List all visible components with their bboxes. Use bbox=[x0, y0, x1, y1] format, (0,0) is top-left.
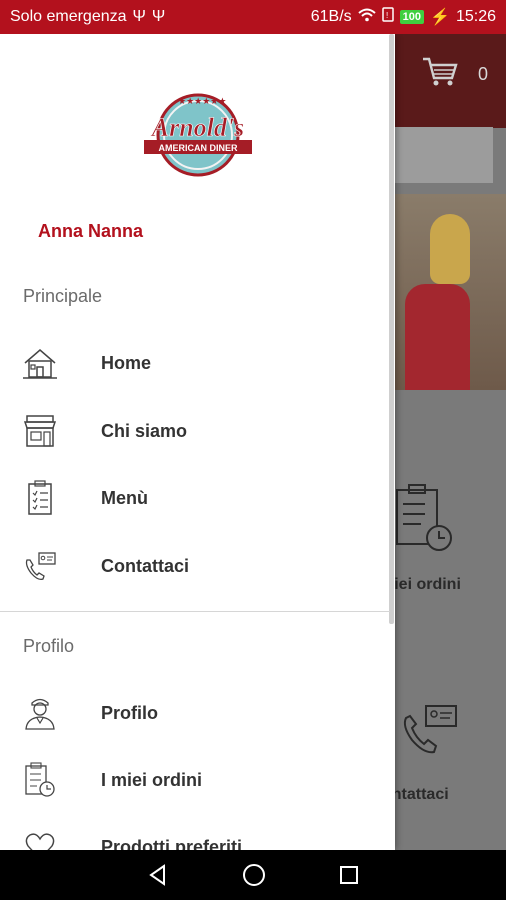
status-bar: Solo emergenza Ψ Ψ 61B/s ! 100 ⚡ 15:26 bbox=[0, 0, 506, 34]
clock-time: 15:26 bbox=[455, 8, 496, 25]
drawer-item-my-orders[interactable]: I miei ordini bbox=[0, 747, 390, 813]
house-icon bbox=[23, 349, 57, 379]
drawer-item-label: I miei ordini bbox=[101, 769, 203, 790]
back-icon[interactable] bbox=[147, 864, 169, 886]
sim-icon: ! bbox=[381, 7, 394, 27]
drawer-item-label: Menù bbox=[101, 487, 148, 508]
drawer-item-favorites[interactable]: Prodotti preferiti bbox=[0, 814, 390, 850]
banner-figure-dress bbox=[405, 284, 470, 390]
carrier-text: Solo emergenza bbox=[10, 8, 127, 25]
home-circle-icon[interactable] bbox=[242, 863, 266, 887]
usb-icon: Ψ bbox=[151, 8, 166, 25]
arnolds-logo: ★★★★★★ Arnold's AMERICAN DINER bbox=[144, 93, 252, 177]
svg-text:★★★★★★: ★★★★★★ bbox=[178, 97, 226, 107]
navigation-drawer: ★★★★★★ Arnold's AMERICAN DINER Anna Nann… bbox=[0, 34, 395, 850]
svg-text:!: ! bbox=[386, 11, 388, 20]
charging-icon: ⚡ bbox=[430, 9, 450, 26]
drawer-divider bbox=[0, 611, 390, 612]
wifi-icon bbox=[358, 8, 376, 27]
heart-icon bbox=[25, 833, 55, 850]
drawer-item-about[interactable]: Chi siamo bbox=[0, 398, 390, 464]
clipboard-list-icon bbox=[28, 480, 52, 515]
drawer-item-menu[interactable]: Menù bbox=[0, 465, 390, 531]
drawer-item-label: Home bbox=[101, 352, 152, 373]
user-name: Anna Nanna bbox=[38, 221, 144, 241]
drawer-item-label: Chi siamo bbox=[101, 420, 188, 441]
cart-count: 0 bbox=[477, 64, 488, 84]
drawer-item-home[interactable]: Home bbox=[0, 330, 390, 396]
drawer-item-profile[interactable]: Profilo bbox=[0, 680, 390, 746]
cart-icon[interactable] bbox=[422, 56, 458, 88]
battery-icon: 100 bbox=[399, 10, 425, 24]
system-navigation-bar bbox=[0, 850, 506, 900]
section-title-main: Principale bbox=[23, 286, 103, 306]
drawer-item-label: Profilo bbox=[101, 702, 158, 723]
person-icon bbox=[25, 698, 55, 730]
banner-figure-hair bbox=[430, 214, 470, 284]
storefront-icon bbox=[23, 415, 57, 447]
svg-text:Arnold's: Arnold's bbox=[150, 113, 245, 142]
search-bar[interactable] bbox=[395, 127, 493, 183]
drawer-item-label: Prodotti preferiti bbox=[101, 836, 243, 851]
section-title-profile: Profilo bbox=[23, 636, 75, 656]
orders-clock-icon[interactable] bbox=[395, 484, 455, 554]
svg-text:AMERICAN DINER: AMERICAN DINER bbox=[158, 143, 238, 153]
drawer-item-contact[interactable]: Contattaci bbox=[0, 533, 390, 599]
orders-clock-icon bbox=[25, 762, 55, 797]
usb-icon: Ψ bbox=[132, 8, 146, 25]
phone-contact-icon bbox=[25, 552, 56, 581]
phone-contact-icon[interactable] bbox=[400, 704, 460, 764]
recent-apps-icon[interactable] bbox=[339, 865, 359, 885]
network-speed: 61B/s bbox=[310, 8, 352, 25]
drawer-item-label: Contattaci bbox=[101, 555, 190, 576]
